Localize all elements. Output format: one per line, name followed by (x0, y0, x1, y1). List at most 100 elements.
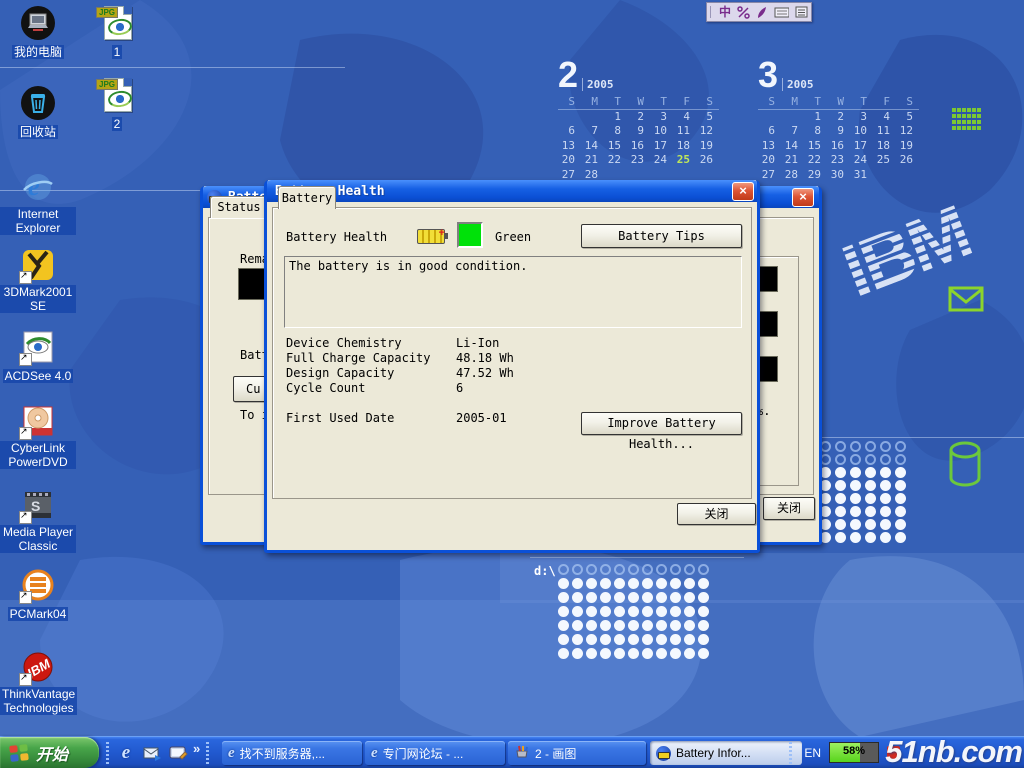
calendar-day-header: S (696, 95, 719, 110)
desktop-icon-label: 3DMark2001 SE (0, 285, 76, 313)
calendar-date: 8 (804, 124, 827, 139)
desktop-icon-label: 回收站 (18, 125, 58, 139)
calendar-date (758, 110, 781, 125)
dot (600, 648, 611, 659)
battery-health-titlebar[interactable]: Battery Health × (267, 180, 757, 202)
tray-grip (789, 742, 792, 764)
desktop-icon-label: 2 (112, 117, 123, 131)
dot (572, 634, 583, 645)
improve-battery-health-button[interactable]: Improve Battery Health... (581, 412, 742, 435)
taskbar-button-forum[interactable]: e 专门网论坛 - ... (365, 741, 505, 765)
system-tray: EN 58% (785, 737, 1024, 768)
taskbar-button-server-not-found[interactable]: e 找不到服务器,... (222, 741, 362, 765)
close-icon[interactable]: × (732, 182, 754, 201)
field-value: 47.52 Wh (456, 366, 514, 380)
chevron-more-icon[interactable]: » (193, 741, 200, 756)
battery-tab-panel: Battery Health Green Battery Tips The ba… (272, 207, 752, 499)
dot (895, 454, 906, 465)
calendar-date (558, 110, 581, 125)
desktop-icon-internet-explorer[interactable]: e Internet Explorer (0, 170, 76, 237)
wallpaper-line (815, 437, 1024, 438)
field-label: Design Capacity (286, 366, 394, 380)
dot (670, 606, 681, 617)
start-button[interactable]: 开始 (0, 737, 99, 768)
dot (850, 480, 861, 491)
quick-launch-grip[interactable] (106, 742, 109, 764)
battery-health-dialog: Battery Health × Battery Battery Health … (264, 180, 760, 553)
desktop-icon-powerdvd[interactable]: CyberLink PowerDVD (0, 404, 76, 471)
powerdvd-icon (21, 404, 55, 438)
menu-icon[interactable] (795, 6, 808, 18)
close-icon[interactable]: × (792, 188, 814, 207)
dot (614, 564, 625, 575)
language-indicator[interactable]: EN (804, 746, 821, 760)
language-bar[interactable]: 中 (706, 2, 812, 22)
calendar-date: 31 (850, 168, 873, 183)
taskbar-button-battery-information[interactable]: Battery Infor... (650, 741, 802, 765)
calendar-date: 14 (781, 139, 804, 154)
desktop-icon-thinkvantage[interactable]: IBM ThinkVantage Technologies (0, 650, 76, 717)
dot (895, 532, 906, 543)
close-button[interactable]: 关闭 (677, 503, 756, 525)
dot (628, 564, 639, 575)
ie-quicklaunch-icon[interactable]: e (116, 743, 136, 763)
condition-textbox[interactable]: The battery is in good condition. (284, 256, 742, 328)
dot (835, 467, 846, 478)
punctuation-icon[interactable] (737, 6, 750, 19)
battery-tips-button[interactable]: Battery Tips (581, 224, 742, 248)
svg-text:S: S (31, 498, 40, 514)
dot (835, 519, 846, 530)
dot (628, 592, 639, 603)
desktop-icon-my-computer[interactable]: 我的电脑 (0, 6, 76, 61)
desktop-icon-acdsee[interactable]: ACDSee 4.0 (0, 330, 76, 385)
dot (865, 480, 876, 491)
taskband-grip[interactable] (206, 742, 209, 764)
desktop-icon-label: PCMark04 (8, 607, 69, 621)
taskbar-button-label: 找不到服务器,... (240, 745, 325, 762)
calendar-february: 2 2005 SMTWTFS12345678910111213141516171… (558, 55, 719, 182)
taskbar-button-paint[interactable]: 2 - 画图 (508, 741, 646, 765)
dot (586, 592, 597, 603)
grid-square (962, 120, 966, 124)
calendar-day-header: T (804, 95, 827, 110)
desktop-icon-recycle-bin[interactable]: 回收站 (0, 86, 76, 141)
calendar-day-header: W (627, 95, 650, 110)
dot (586, 606, 597, 617)
desktop-icon-jpg-2[interactable]: JPG 2 (79, 78, 155, 133)
dots-pattern-center (556, 562, 710, 660)
grid-square (952, 120, 956, 124)
pen-icon[interactable] (756, 6, 768, 19)
dot (698, 620, 709, 631)
desktop-icon-3dmark2001[interactable]: 3DMark2001 SE (0, 248, 76, 315)
close-button[interactable]: 关闭 (763, 497, 815, 520)
tab-status[interactable]: Status (210, 196, 268, 218)
dot (586, 578, 597, 589)
dot (835, 506, 846, 517)
calendar-date: 2 (827, 110, 850, 125)
outlook-express-icon[interactable] (142, 743, 162, 763)
calendar-date: 18 (873, 139, 896, 154)
grid-square (967, 114, 971, 118)
calendar-day-header: F (673, 95, 696, 110)
soft-keyboard-icon[interactable] (774, 6, 790, 18)
desktop-icon-jpg-1[interactable]: JPG 1 (79, 6, 155, 61)
tray-red-icon[interactable] (887, 746, 900, 759)
language-bar-grip[interactable] (710, 6, 713, 18)
desktop-icon-media-player-classic[interactable]: S Media Player Classic (0, 488, 76, 555)
dot (656, 648, 667, 659)
calendar-date: 26 (896, 153, 919, 168)
grid-square (962, 126, 966, 130)
dot (865, 506, 876, 517)
desktop-icon-pcmark04[interactable]: PCMark04 (0, 568, 76, 623)
calendar-date: 13 (758, 139, 781, 154)
chinese-input-icon[interactable]: 中 (719, 4, 731, 20)
battery-meter[interactable]: 58% (829, 742, 879, 763)
field-label: First Used Date (286, 411, 394, 425)
calendar-date: 11 (673, 124, 696, 139)
dot (880, 480, 891, 491)
dot (850, 441, 861, 452)
wallpaper-line (0, 67, 345, 68)
dot (850, 493, 861, 504)
show-desktop-icon[interactable] (168, 743, 188, 763)
tab-battery[interactable]: Battery (278, 186, 336, 209)
